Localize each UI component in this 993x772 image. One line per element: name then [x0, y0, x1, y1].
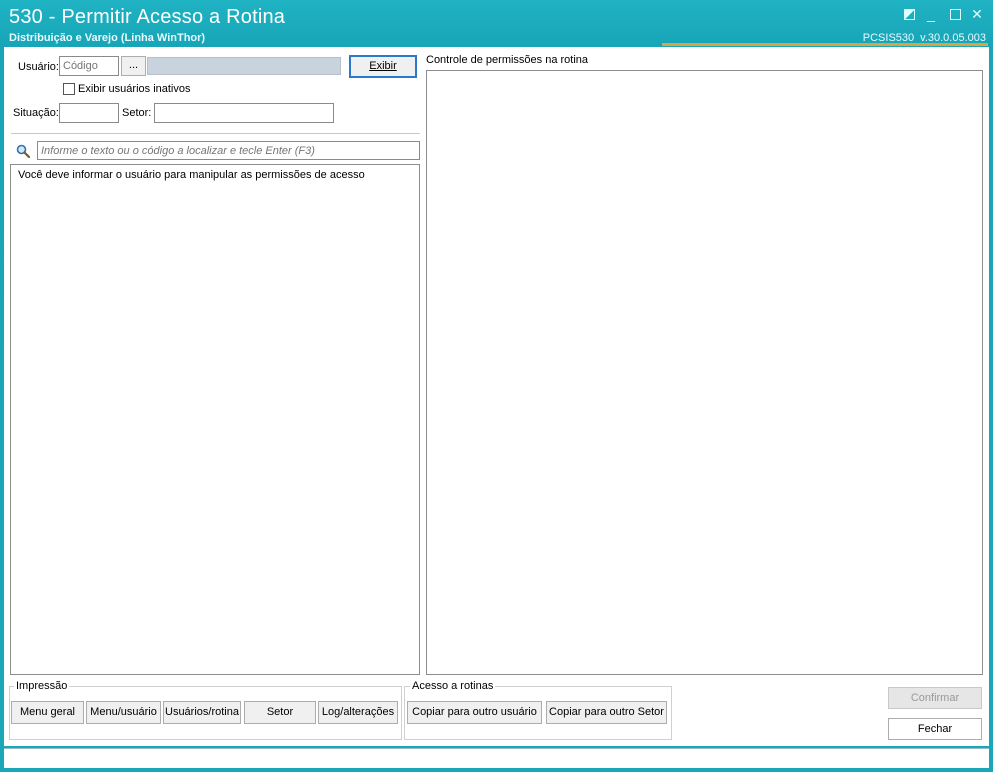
copiar-usuario-button[interactable]: Copiar para outro usuário: [407, 701, 542, 724]
usuario-name-field: [147, 57, 341, 75]
confirmar-button[interactable]: Confirmar: [888, 687, 982, 709]
close-icon[interactable]: ✕: [969, 6, 985, 22]
usuario-lookup-button[interactable]: ...: [121, 56, 146, 76]
app-window: 530 - Permitir Acesso a Rotina Distribui…: [0, 0, 993, 772]
usuario-label: Usuário:: [18, 61, 59, 73]
status-bar: [4, 748, 989, 768]
situacao-input[interactable]: [59, 103, 119, 123]
search-icon[interactable]: [16, 144, 30, 158]
client-area: Usuário: ... Exibir Exibir usuários inat…: [4, 47, 989, 746]
usuarios-rotina-button[interactable]: Usuários/rotina: [163, 701, 241, 724]
title-bar[interactable]: 530 - Permitir Acesso a Rotina Distribui…: [0, 0, 993, 47]
window-title: 530 - Permitir Acesso a Rotina: [9, 6, 286, 28]
right-panel-title: Controle de permissões na rotina: [426, 54, 589, 66]
maximize-icon[interactable]: [947, 6, 963, 22]
acesso-title: Acesso a rotinas: [410, 680, 496, 692]
exibir-label: Exibir: [369, 60, 397, 72]
impressao-title: Impressão: [14, 680, 70, 692]
usuario-code-input[interactable]: [59, 56, 119, 76]
menu-geral-button[interactable]: Menu geral: [11, 701, 84, 724]
setor-button[interactable]: Setor: [244, 701, 316, 724]
permissions-tree[interactable]: [426, 70, 983, 675]
restore-icon[interactable]: [901, 6, 917, 22]
window-subtitle: Distribuição e Varejo (Linha WinThor): [9, 32, 206, 44]
copiar-setor-button[interactable]: Copiar para outro Setor: [546, 701, 667, 724]
user-permissions-list[interactable]: Você deve informar o usuário para manipu…: [10, 164, 420, 675]
log-alteracoes-button[interactable]: Log/alterações: [318, 701, 398, 724]
inativos-label: Exibir usuários inativos: [78, 83, 191, 95]
situacao-label: Situação:: [13, 107, 59, 119]
search-input[interactable]: [37, 141, 420, 160]
divider: [11, 133, 420, 134]
menu-usuario-button[interactable]: Menu/usuário: [86, 701, 161, 724]
empty-message: Você deve informar o usuário para manipu…: [18, 169, 365, 181]
exibir-button[interactable]: Exibir: [349, 55, 417, 78]
setor-input[interactable]: [154, 103, 334, 123]
inativos-checkbox[interactable]: [63, 83, 75, 95]
fechar-button[interactable]: Fechar: [888, 718, 982, 740]
accent-line: [662, 43, 988, 46]
setor-label: Setor:: [122, 107, 152, 119]
minimize-icon[interactable]: _: [923, 6, 939, 22]
